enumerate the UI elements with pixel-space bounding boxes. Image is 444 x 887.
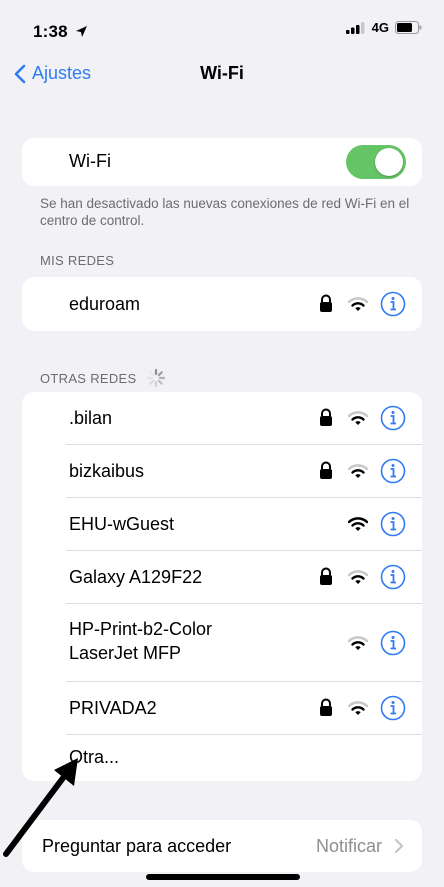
wifi-footnote: Se han desactivado las nuevas conexiones… (40, 196, 410, 228)
info-icon[interactable] (380, 695, 406, 721)
network-row-ehu-wguest[interactable]: EHU-wGuest (22, 498, 422, 550)
network-name: PRIVADA2 (69, 698, 157, 718)
page-title: Wi-Fi (200, 63, 244, 83)
annotation-arrow (3, 758, 78, 857)
network-name-line1: HP-Print-b2-Color (69, 619, 213, 639)
network-row-icons (318, 564, 406, 590)
network-row-icons (318, 695, 406, 721)
info-icon[interactable] (380, 511, 406, 537)
status-indicators: 4G (345, 20, 422, 35)
other-networks-card: .bilan bizkaibus EHU-wGuest Galaxy A129F… (22, 392, 422, 781)
lock-icon (320, 567, 332, 585)
wifi-signal-icon (348, 297, 368, 311)
network-name: bizkaibus (69, 461, 145, 481)
network-type: 4G (371, 20, 389, 35)
network-name-line2: LaserJet MFP (69, 643, 182, 663)
network-row-galaxy[interactable]: Galaxy A129F22 (22, 551, 422, 603)
battery-icon (395, 21, 422, 34)
network-row-hp-print[interactable]: HP-Print-b2-Color LaserJet MFP (22, 604, 422, 681)
wifi-toggle-switch[interactable] (346, 145, 406, 179)
loading-spinner-icon (147, 368, 166, 388)
network-row-icons (318, 291, 406, 317)
network-name: Galaxy A129F22 (69, 567, 203, 587)
wifi-toggle-card: Wi-Fi (22, 138, 422, 186)
network-row-icons (348, 630, 406, 656)
wifi-signal-icon (348, 517, 368, 531)
wifi-signal-icon (348, 570, 368, 584)
toggle-knob (375, 148, 403, 176)
status-time: 1:38 (33, 22, 88, 42)
wifi-signal-icon (348, 464, 368, 478)
network-row-icons (348, 511, 406, 537)
network-name: HP-Print-b2-Color LaserJet MFP (69, 617, 212, 665)
network-row-privada2[interactable]: PRIVADA2 (22, 682, 422, 734)
my-networks-card: eduroam (22, 277, 422, 331)
home-indicator (146, 874, 300, 880)
lock-icon (320, 408, 332, 426)
wifi-signal-icon (348, 411, 368, 425)
info-icon[interactable] (380, 630, 406, 656)
my-networks-header: MIS REDES (40, 253, 115, 268)
cellular-signal-icon (345, 21, 365, 34)
wifi-signal-icon (348, 701, 368, 715)
info-icon[interactable] (380, 405, 406, 431)
location-arrow-icon (75, 26, 87, 37)
lock-icon (320, 294, 332, 312)
other-networks-header-text: OTRAS REDES (40, 370, 137, 386)
network-row-icons (318, 405, 406, 431)
wifi-toggle-label: Wi-Fi (69, 151, 111, 171)
info-icon[interactable] (380, 458, 406, 484)
network-row-bilan[interactable]: .bilan (22, 392, 422, 444)
network-name: EHU-wGuest (69, 514, 175, 534)
info-icon[interactable] (380, 564, 406, 590)
network-row-eduroam[interactable]: eduroam (22, 277, 422, 331)
wifi-signal-icon (348, 636, 368, 650)
other-networks-header: OTRAS REDES (40, 368, 166, 388)
network-name: .bilan (69, 408, 113, 428)
info-icon[interactable] (380, 291, 406, 317)
lock-icon (320, 698, 332, 716)
ask-to-join-value: Notificar (315, 836, 382, 856)
network-name: eduroam (69, 294, 141, 314)
network-row-icons (318, 458, 406, 484)
lock-icon (320, 461, 332, 479)
network-row-bizkaibus[interactable]: bizkaibus (22, 445, 422, 497)
chevron-right-icon (394, 838, 404, 854)
